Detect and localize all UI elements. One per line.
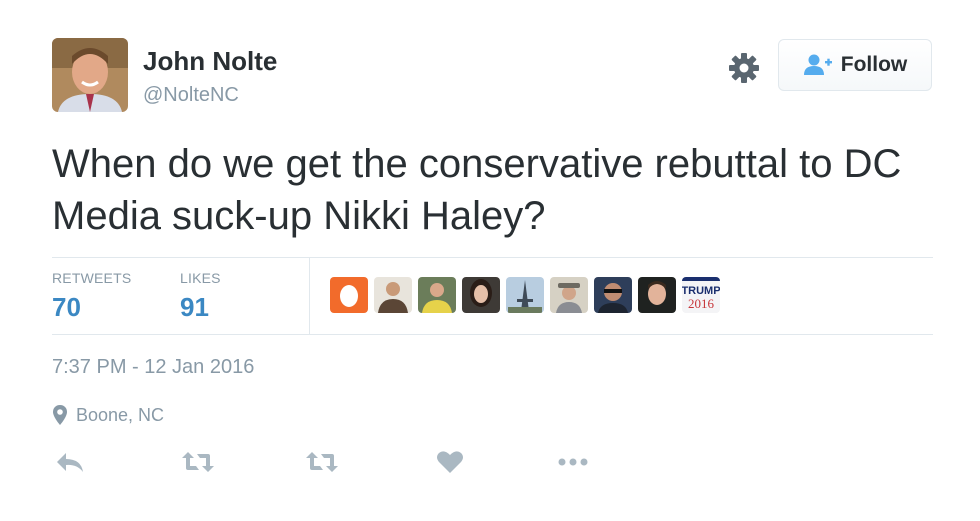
add-user-icon (803, 54, 832, 75)
retweet-icon[interactable] (180, 447, 216, 477)
location-pin-icon (53, 405, 67, 425)
reply-icon[interactable] (52, 447, 88, 477)
man-sunglasses-avatar[interactable] (594, 277, 632, 313)
eiffel-tower-avatar[interactable] (506, 277, 544, 313)
tweet-location[interactable]: Boone, NC (52, 404, 164, 426)
tweet-text: When do we get the conservative rebuttal… (52, 142, 902, 238)
follow-button[interactable]: Follow (778, 39, 932, 91)
stats-divider (309, 258, 310, 334)
author-handle[interactable]: @NolteNC (143, 84, 239, 107)
retweets-stat[interactable]: RETWEETS 70 (52, 270, 131, 323)
trump-2016-avatar[interactable]: TRUMP 2016 (682, 277, 720, 313)
retweet-icon[interactable] (304, 447, 340, 477)
man-yellow-shirt-avatar[interactable] (418, 277, 456, 313)
follow-label: Follow (840, 53, 908, 76)
man-in-suit-avatar[interactable] (374, 277, 412, 313)
author-name[interactable]: John Nolte (143, 46, 277, 77)
trump-avatar-line2: 2016 (688, 296, 715, 311)
heart-icon[interactable] (432, 447, 468, 477)
likes-stat[interactable]: LIKES 91 (180, 270, 221, 323)
likes-count: 91 (180, 292, 209, 322)
woman-dark-hair-avatar[interactable] (462, 277, 500, 313)
gear-icon[interactable] (728, 52, 760, 84)
young-man-avatar[interactable] (638, 277, 676, 313)
orange-default-avatar[interactable] (330, 277, 368, 313)
liker-avatars: TRUMP 2016 (330, 277, 720, 313)
location-label: Boone, NC (76, 404, 165, 425)
stats-row: RETWEETS 70 LIKES 91 TRUMP 2016 (52, 257, 933, 335)
more-icon[interactable] (555, 447, 591, 477)
retweets-label: RETWEETS (52, 270, 132, 286)
author-avatar[interactable] (52, 38, 128, 112)
likes-label: LIKES (180, 270, 221, 286)
man-hat-avatar[interactable] (550, 277, 588, 313)
tweet-timestamp[interactable]: 7:37 PM - 12 Jan 2016 (52, 356, 254, 379)
retweets-count: 70 (52, 292, 81, 322)
